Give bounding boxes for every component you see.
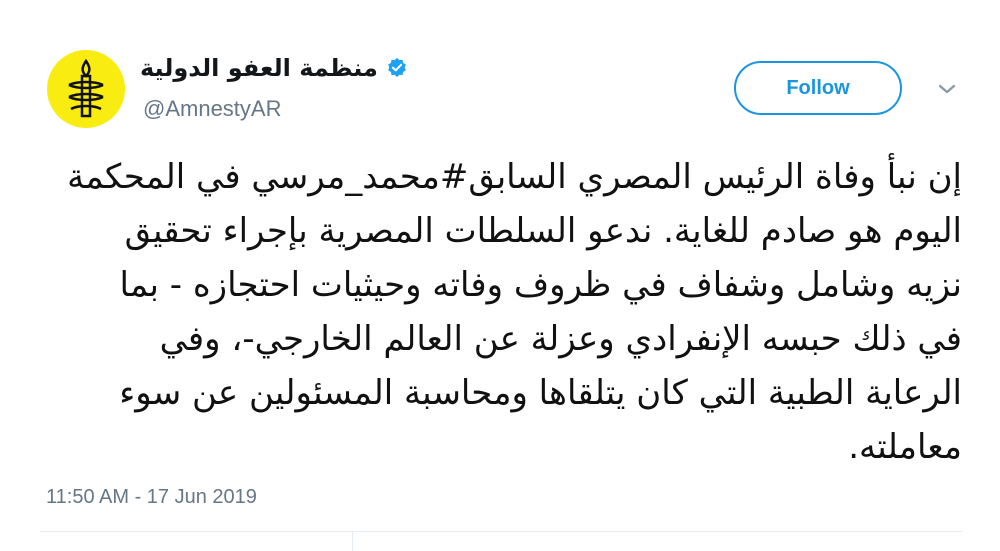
tweet-text-line: إن نبأ وفاة الرئيس المصري السابق#محمد_مر… <box>67 157 962 197</box>
tweet-timestamp[interactable]: 11:50 AM - 17 Jun 2019 <box>46 486 257 509</box>
display-name[interactable]: منظمة العفو الدولية <box>140 54 378 82</box>
verified-badge-icon <box>388 57 406 77</box>
divider <box>40 531 962 532</box>
account-handle[interactable]: @AmnestyAR <box>143 96 281 122</box>
tweet-text-line: معاملته. <box>848 427 962 467</box>
amnesty-candle-icon <box>68 59 104 118</box>
chevron-down-icon[interactable] <box>934 80 960 98</box>
tweet-text-line: اليوم هو صادم للغاية. ندعو السلطات المصر… <box>124 211 962 251</box>
account-name-row[interactable]: منظمة العفو الدولية <box>140 54 408 82</box>
tweet-card: منظمة العفو الدولية @AmnestyAR Follow إن… <box>0 0 1000 551</box>
tweet-text: إن نبأ وفاة الرئيس المصري السابق#محمد_مر… <box>40 150 962 474</box>
avatar[interactable] <box>47 50 125 128</box>
divider <box>352 532 353 551</box>
tweet-text-line: في ذلك حبسه الإنفرادي وعزلة عن العالم ال… <box>159 319 962 359</box>
tweet-text-line: نزيه وشامل وشفاف في ظروف وفاته وحيثيات ا… <box>119 265 962 305</box>
follow-button[interactable]: Follow <box>734 61 902 115</box>
tweet-text-line: الرعاية الطبية التي كان يتلقاها ومحاسبة … <box>119 373 962 413</box>
